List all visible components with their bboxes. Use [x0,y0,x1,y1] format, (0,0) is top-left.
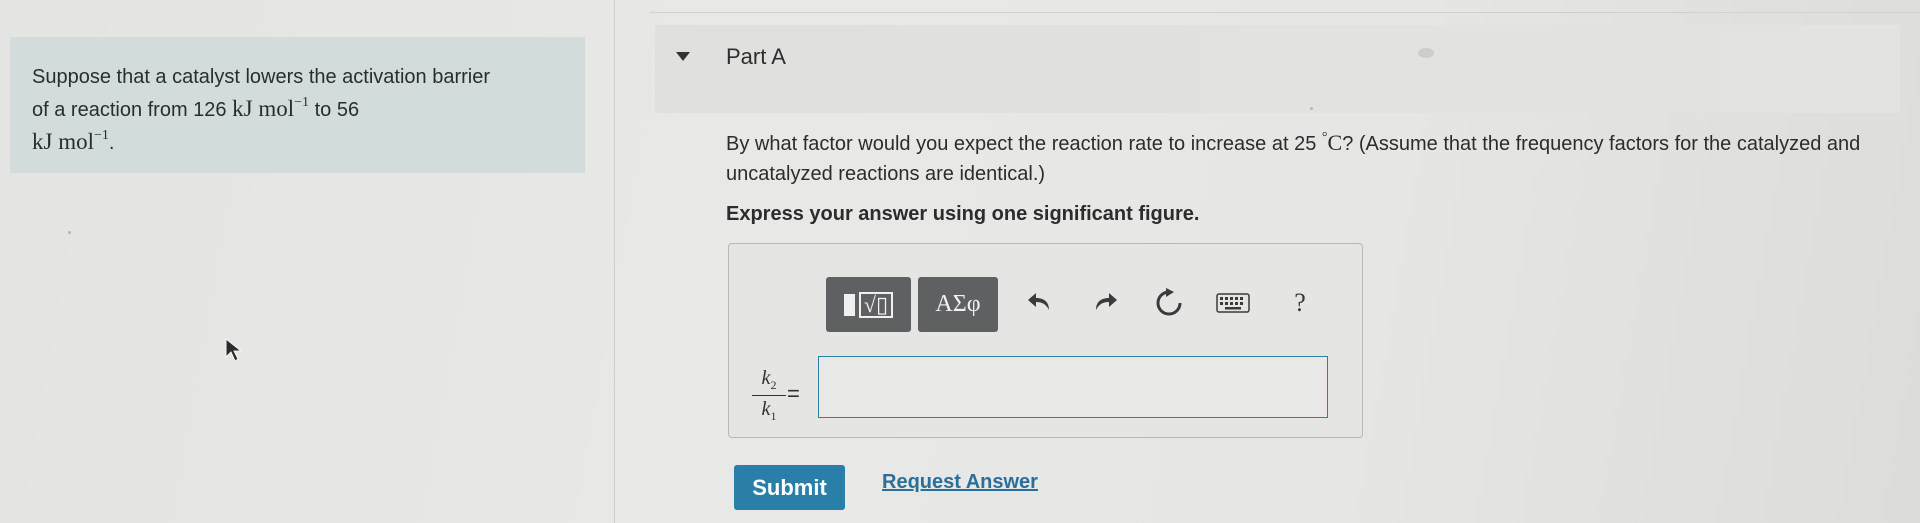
part-title[interactable]: Part A [726,44,786,70]
math-template-button[interactable]: √▯ [826,277,911,332]
redo-button[interactable] [1085,283,1125,323]
submit-button[interactable]: Submit [734,465,845,510]
problem-line-1: Suppose that a catalyst lowers the activ… [32,66,491,88]
answer-input[interactable] [818,356,1328,418]
problem-line-2: of a reaction from 126 kJ mol−1 to 56 [32,95,360,122]
unit-text: kJ mol [232,96,295,121]
keyboard-icon [1216,293,1250,313]
keyboard-button[interactable] [1213,283,1253,323]
top-rule [650,12,1920,13]
help-button[interactable]: ? [1280,283,1320,323]
reset-icon [1156,288,1182,316]
redo-icon [1096,293,1117,310]
part-header[interactable] [655,25,1900,113]
undo-icon [1028,293,1049,310]
question-text: By what factor would you expect the reac… [726,130,1861,185]
screen-speck [1418,48,1434,58]
collapse-caret-icon[interactable] [676,52,690,61]
undo-button[interactable] [1020,283,1060,323]
template-block-icon [843,293,855,316]
answer-lhs-fraction: k2 k1 [752,367,786,424]
screen-speck [68,231,71,234]
request-answer-link[interactable]: Request Answer [882,471,1038,494]
screen-speck [1310,107,1313,110]
instruction-text: Express your answer using one significan… [726,203,1200,225]
unit-exponent: −1 [294,95,310,110]
help-icon: ? [1294,288,1306,317]
mouse-cursor-icon [225,337,243,362]
problem-line-3: kJ mol−1. [32,128,115,155]
panel-divider [614,0,615,523]
greek-symbols-button[interactable]: ΑΣφ [918,277,998,332]
reset-button[interactable] [1149,283,1189,323]
equals-sign: = [787,381,800,406]
problem-statement: Suppose that a catalyst lowers the activ… [10,37,585,173]
radical-template-icon: √▯ [858,291,894,318]
